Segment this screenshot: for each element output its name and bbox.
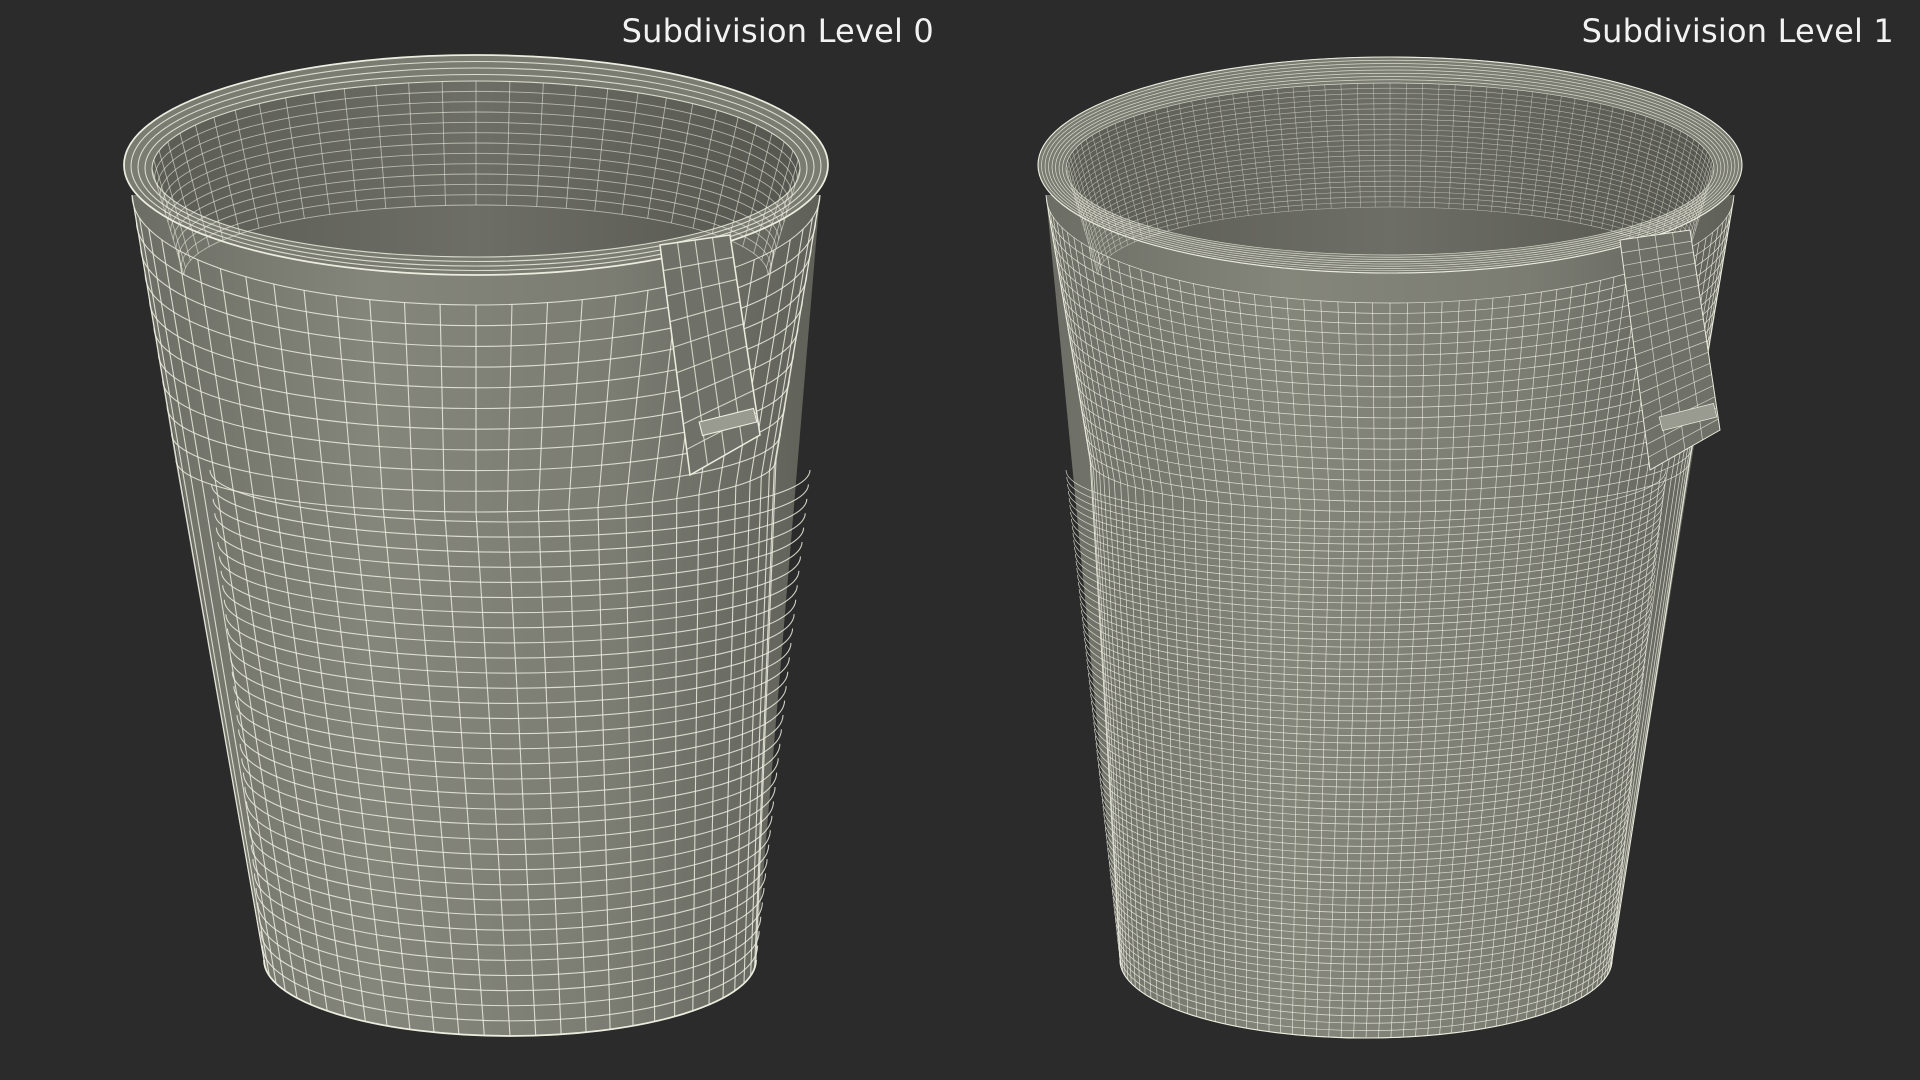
render-viewport: Subdivision Level 0 Subdivision Level 1 xyxy=(0,0,1920,1080)
bin-model-level-1 xyxy=(1037,56,1743,1039)
model-scene xyxy=(123,54,1743,1039)
bin-model-level-0 xyxy=(123,54,829,1037)
